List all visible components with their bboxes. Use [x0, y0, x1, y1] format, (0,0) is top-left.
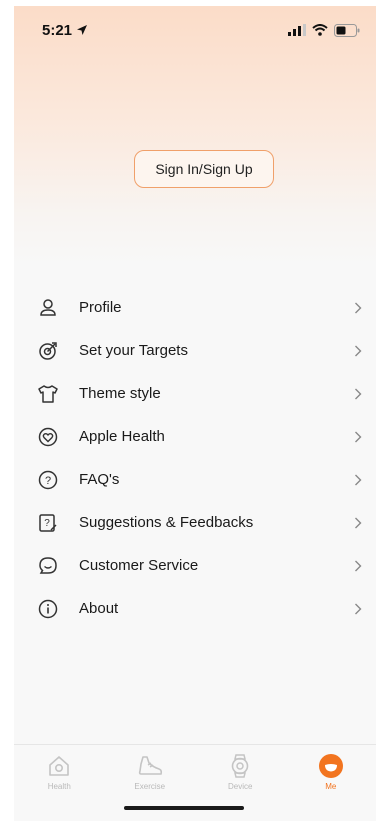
menu-item-profile[interactable]: Profile [14, 286, 376, 329]
health-icon [46, 753, 72, 779]
chevron-right-icon [352, 430, 364, 444]
menu-item-label: Theme style [79, 385, 161, 402]
tshirt-icon [37, 383, 59, 405]
question-icon: ? [37, 469, 59, 491]
chevron-right-icon [352, 602, 364, 616]
menu-item-about[interactable]: About [14, 587, 376, 630]
tab-label: Device [228, 782, 253, 791]
person-icon [37, 297, 59, 319]
menu-item-customer-service[interactable]: Customer Service [14, 544, 376, 587]
cellular-signal-icon [288, 24, 306, 36]
tab-label: Me [325, 782, 337, 791]
menu-item-apple-health[interactable]: Apple Health [14, 415, 376, 458]
tab-me[interactable]: Me [286, 745, 377, 805]
menu-item-label: Apple Health [79, 428, 165, 445]
menu-item-label: Profile [79, 299, 122, 316]
chevron-right-icon [352, 559, 364, 573]
heart-icon [37, 426, 59, 448]
tab-device[interactable]: Device [195, 745, 286, 805]
feedback-icon: ? [37, 512, 59, 534]
status-bar: 5:21 [14, 6, 376, 54]
chat-icon [37, 555, 59, 577]
watch-icon [227, 753, 253, 779]
me-icon [318, 753, 344, 779]
menu-item-faq[interactable]: ? FAQ's [14, 458, 376, 501]
chevron-right-icon [352, 387, 364, 401]
shoe-icon [137, 753, 163, 779]
menu-item-label: Suggestions & Feedbacks [79, 514, 254, 531]
me-screen: 5:21 Sign In/Sign Up Profile Set your Ta… [14, 6, 376, 821]
menu-item-label: Set your Targets [79, 342, 188, 359]
status-time: 5:21 [42, 21, 73, 39]
bottom-tab-bar: Health Exercise Device Me [14, 744, 376, 805]
tab-label: Health [47, 782, 71, 791]
menu-item-label: FAQ's [79, 471, 120, 488]
battery-icon [334, 23, 360, 37]
wifi-icon [312, 24, 328, 36]
sign-in-button[interactable]: Sign In/Sign Up [134, 150, 274, 188]
menu-item-label: Customer Service [79, 557, 199, 574]
menu-item-label: About [79, 600, 119, 617]
svg-text:?: ? [45, 475, 51, 487]
chevron-right-icon [352, 473, 364, 487]
chevron-right-icon [352, 301, 364, 315]
menu-item-theme-style[interactable]: Theme style [14, 372, 376, 415]
svg-text:?: ? [44, 518, 50, 529]
location-arrow-icon [77, 25, 88, 35]
tab-label: Exercise [134, 782, 166, 791]
menu-item-suggestions[interactable]: ? Suggestions & Feedbacks [14, 501, 376, 544]
menu-item-targets[interactable]: Set your Targets [14, 329, 376, 372]
settings-menu: Profile Set your Targets Theme style App… [14, 286, 376, 630]
info-icon [37, 598, 59, 620]
home-indicator [124, 806, 244, 810]
chevron-right-icon [352, 344, 364, 358]
tab-exercise[interactable]: Exercise [105, 745, 196, 805]
chevron-right-icon [352, 516, 364, 530]
tab-health[interactable]: Health [14, 745, 105, 805]
target-icon [37, 340, 59, 362]
